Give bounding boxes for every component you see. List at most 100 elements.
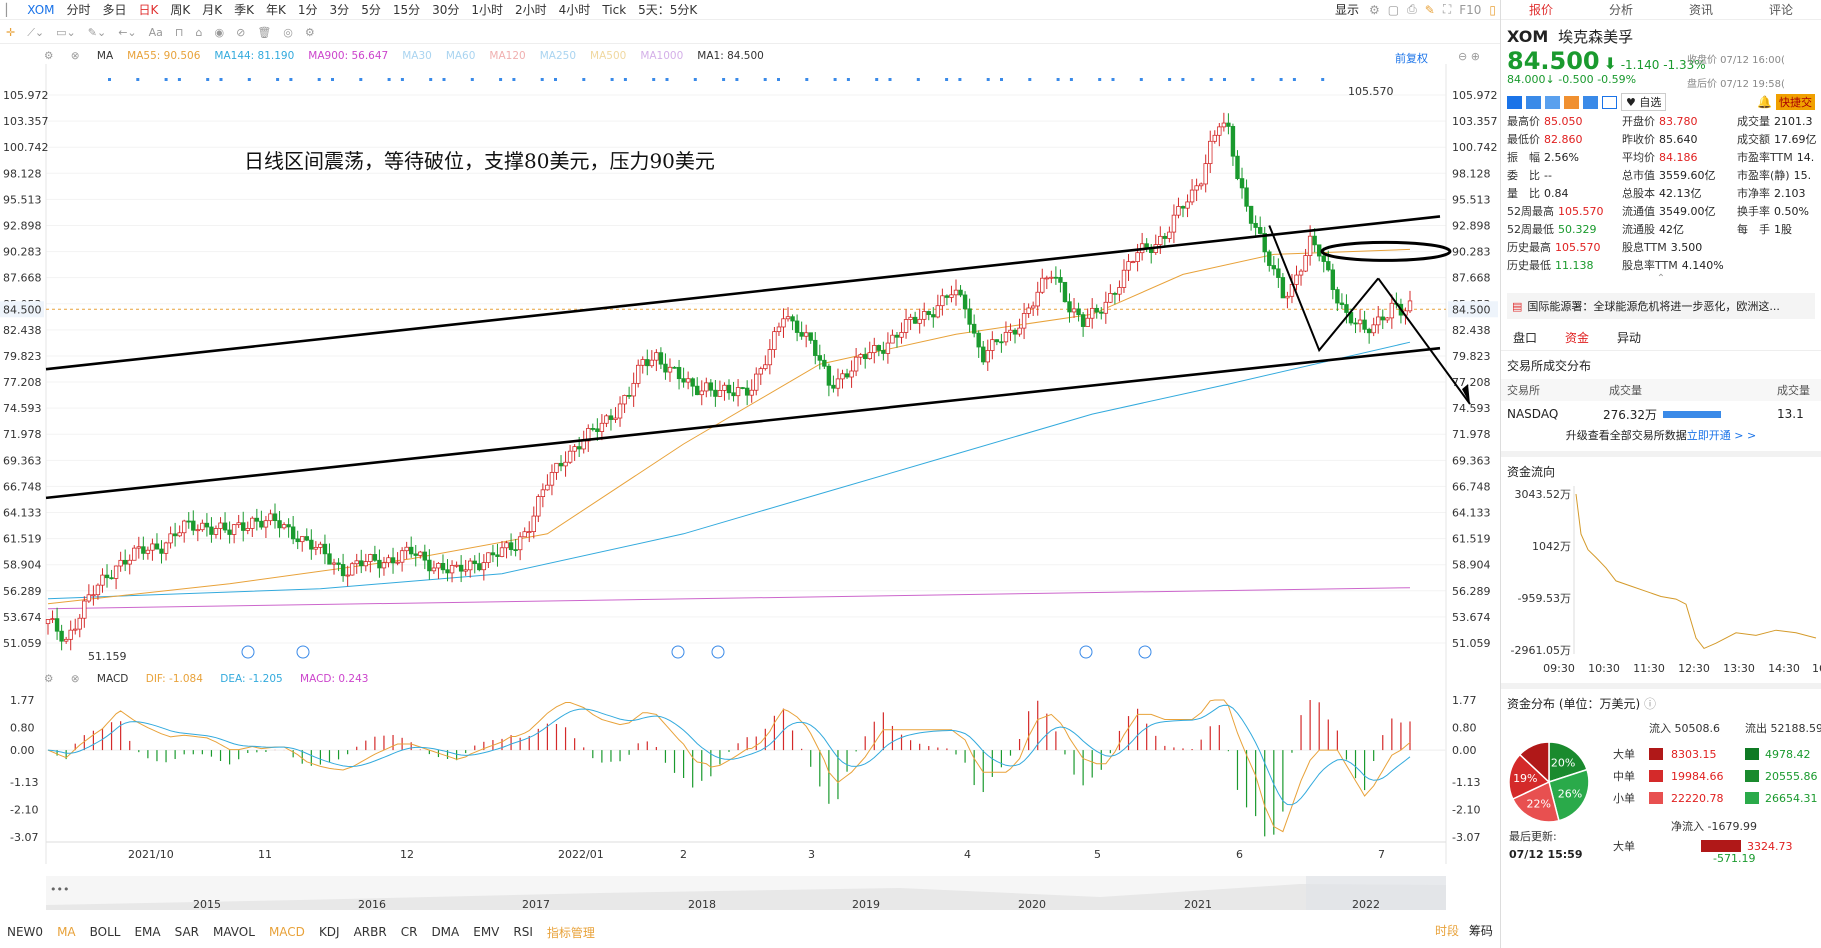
period-tab[interactable]: 1分: [292, 1, 324, 18]
ma-legend-item[interactable]: MA250: [540, 50, 576, 62]
candle-body: [899, 332, 904, 338]
period-tab[interactable]: 5天：5分K: [632, 1, 703, 18]
indicator-tab[interactable]: MAVOL: [206, 925, 262, 939]
ma-legend-item[interactable]: MA1: 84.500: [697, 50, 764, 62]
share-icon[interactable]: [1583, 95, 1598, 109]
bell-icon[interactable]: 🔔: [1757, 95, 1772, 109]
indicator-tab[interactable]: 指标管理: [540, 924, 602, 941]
period-tab[interactable]: 周K: [164, 1, 196, 18]
indicator-tab[interactable]: RSI: [506, 925, 540, 939]
indicator-tab[interactable]: EMA: [127, 925, 167, 939]
indicator-tab[interactable]: EMV: [466, 925, 506, 939]
arrow-tool-icon[interactable]: ←⌄: [112, 26, 142, 39]
brush-tool-icon[interactable]: ✎⌄: [82, 26, 112, 39]
period-tab[interactable]: 季K: [228, 1, 260, 18]
candle-body: [767, 349, 773, 366]
tab-analysis[interactable]: 分析: [1581, 0, 1661, 19]
layers-icon[interactable]: ◎: [277, 26, 299, 39]
indicator-tab[interactable]: CR: [394, 925, 425, 939]
eye-icon[interactable]: ◉: [208, 26, 230, 39]
indicator-tab[interactable]: SAR: [168, 925, 206, 939]
link-icon[interactable]: [1564, 95, 1579, 109]
tab-comments[interactable]: 评论: [1741, 0, 1821, 19]
fullscreen-icon[interactable]: ⛶: [1439, 2, 1455, 17]
indicator-tab[interactable]: MA: [50, 925, 83, 939]
ma-legend-item[interactable]: MA500: [590, 50, 626, 62]
text-tool-button[interactable]: Aa: [143, 26, 169, 39]
period-tab[interactable]: 5分: [355, 1, 387, 18]
settings-icon[interactable]: ⚙: [299, 26, 321, 39]
period-tab[interactable]: 分时: [61, 1, 97, 18]
chips-tab[interactable]: 筹码: [1469, 924, 1493, 938]
rect-tool-icon[interactable]: ▭⌄: [50, 26, 82, 39]
menu-icon[interactable]: ▏: [0, 3, 21, 17]
main-chart[interactable]: 105.972 103.357 100.742 98.128 95.513 92.898 9…: [0, 64, 1500, 922]
delete-icon[interactable]: 🗑: [251, 26, 277, 39]
layout-icon[interactable]: ▢: [1384, 3, 1403, 17]
quote-grid: 最高价 85.050 开盘价 83.780 成交量 2101.3 最低价 82.860 昨收价 8…: [1501, 113, 1821, 273]
period-tab[interactable]: 15分: [387, 1, 426, 18]
lock-icon[interactable]: ⌂: [190, 26, 209, 39]
period-tab[interactable]: 月K: [196, 1, 228, 18]
ma-legend-item[interactable]: MA30: [402, 50, 432, 62]
settings-icon[interactable]: ⚙: [1365, 3, 1384, 17]
ma-legend-item[interactable]: MA900: 56.647: [308, 50, 388, 62]
candle-body: [304, 536, 309, 541]
hide-icon[interactable]: ⊘: [230, 26, 251, 39]
subtab-orderbook[interactable]: 盘口: [1513, 329, 1537, 346]
indicator-tab[interactable]: MACD: [262, 925, 312, 939]
f10-button[interactable]: F10: [1455, 3, 1485, 17]
subtab-alerts[interactable]: 异动: [1617, 329, 1641, 346]
period-tab[interactable]: 4小时: [553, 1, 597, 18]
subtab-capital[interactable]: 资金: [1565, 329, 1589, 346]
ma-legend-item[interactable]: MA1000: [640, 50, 683, 62]
period-tab[interactable]: 多日: [97, 1, 133, 18]
line-tool-icon[interactable]: ⟋⌄: [21, 26, 50, 40]
tab-news[interactable]: 资讯: [1661, 0, 1741, 19]
period-tab[interactable]: 3分: [324, 1, 356, 18]
flag-icon[interactable]: [1507, 95, 1522, 109]
ma-legend-item[interactable]: MA120: [489, 50, 525, 62]
help-icon[interactable]: ⓘ: [1644, 697, 1656, 711]
display-menu[interactable]: 显示: [1329, 1, 1365, 18]
settings-icon[interactable]: ⚙: [44, 673, 53, 685]
lightning-icon[interactable]: [1526, 95, 1541, 109]
close-icon[interactable]: ⊗: [71, 673, 80, 685]
session-tab[interactable]: 时段: [1435, 924, 1459, 938]
note-icon[interactable]: [1602, 95, 1617, 109]
quote-value: 0.50%: [1774, 205, 1809, 218]
crosshair-icon[interactable]: ✛: [0, 26, 21, 39]
sidebar-toggle-icon[interactable]: ▯: [1485, 3, 1500, 17]
indicator-tab[interactable]: BOLL: [83, 925, 128, 939]
magnet-icon[interactable]: ⊓: [169, 26, 190, 39]
macd-name[interactable]: MACD: [97, 673, 128, 685]
indicator-tab[interactable]: DMA: [424, 925, 466, 939]
camera-icon[interactable]: ⎙: [1403, 2, 1421, 17]
dollar-icon[interactable]: [1545, 95, 1560, 109]
zoom-controls[interactable]: ⊖ ⊕: [1458, 50, 1480, 63]
fast-trade-button[interactable]: 快捷交: [1776, 94, 1815, 110]
ma-legend-item[interactable]: MA144: 81.190: [214, 50, 294, 62]
period-tab[interactable]: 1小时: [465, 1, 509, 18]
period-tab[interactable]: 年K: [260, 1, 292, 18]
ma-legend-item[interactable]: MA: [97, 50, 113, 62]
expand-icon[interactable]: ⌃: [1501, 273, 1821, 285]
indicator-tab[interactable]: KDJ: [312, 925, 347, 939]
period-tab[interactable]: 30分: [426, 1, 465, 18]
pen-icon[interactable]: ✎: [1421, 3, 1439, 17]
period-tab[interactable]: Tick: [596, 3, 632, 17]
flow-time-label: 14:30: [1768, 662, 1800, 675]
ma-legend-item[interactable]: MA55: 90.506: [127, 50, 200, 62]
indicator-tab[interactable]: ARBR: [347, 925, 394, 939]
symbol-selector[interactable]: XOM: [21, 3, 60, 17]
upgrade-link[interactable]: 立即开通 > >: [1687, 429, 1756, 442]
news-banner[interactable]: ▤ 国际能源署：全球能源危机将进一步恶化，欧洲这...: [1507, 293, 1815, 319]
tab-quote[interactable]: 报价: [1501, 0, 1581, 19]
period-tab[interactable]: 日K: [133, 1, 165, 18]
watchlist-button[interactable]: ♥ 自选: [1621, 93, 1667, 111]
period-tab[interactable]: 2小时: [509, 1, 553, 18]
indicator-tab[interactable]: NEW0: [0, 925, 50, 939]
close-icon[interactable]: ⊗: [71, 50, 80, 62]
ma-legend-item[interactable]: MA60: [446, 50, 476, 62]
settings-icon[interactable]: ⚙: [44, 50, 53, 62]
